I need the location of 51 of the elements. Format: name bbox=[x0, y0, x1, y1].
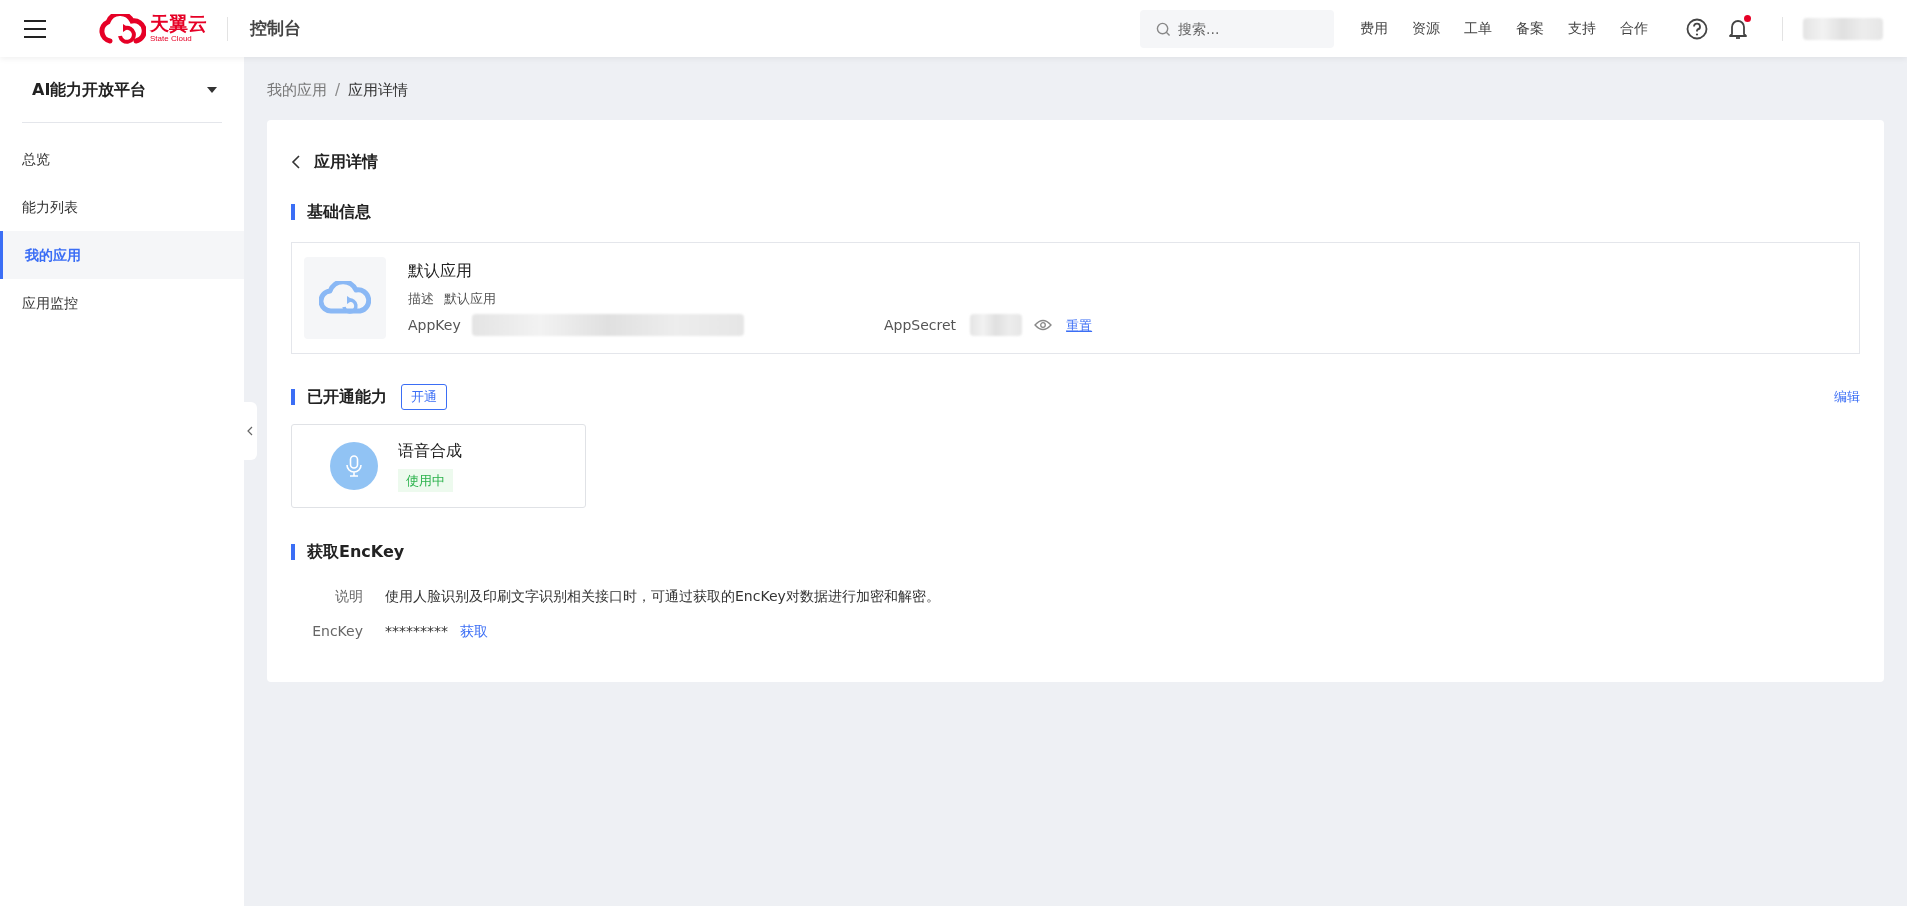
field-label: AppKey bbox=[408, 315, 462, 335]
back-icon[interactable] bbox=[291, 154, 300, 169]
search-icon bbox=[1156, 21, 1171, 37]
section-heading: 已开通能力 bbox=[307, 385, 387, 408]
cloud-icon bbox=[319, 280, 371, 315]
sidebar-item[interactable]: 总览 bbox=[0, 135, 244, 183]
nav-link[interactable]: 支持 bbox=[1556, 18, 1608, 39]
app-name: 默认应用 bbox=[408, 259, 473, 282]
page-title: 应用详情 bbox=[314, 150, 378, 173]
field-value: ********* bbox=[385, 621, 448, 641]
cloud-logo-icon bbox=[98, 13, 146, 44]
sidebar-item[interactable]: 应用监控 bbox=[0, 279, 244, 327]
nav-link[interactable]: 费用 bbox=[1348, 18, 1400, 39]
nav-link[interactable]: 合作 bbox=[1608, 18, 1660, 39]
help-icon[interactable] bbox=[1686, 17, 1708, 40]
brand-name: 天翼云 bbox=[150, 14, 207, 33]
edit-link[interactable]: 编辑 bbox=[1834, 386, 1860, 407]
reset-link[interactable]: 重置 bbox=[1066, 315, 1093, 335]
sidebar-item[interactable]: 我的应用 bbox=[0, 231, 244, 279]
breadcrumb-item[interactable]: 我的应用 bbox=[267, 79, 327, 102]
dropdown-caret-icon[interactable] bbox=[206, 85, 218, 94]
field-label: 描述 bbox=[408, 289, 434, 308]
search-field[interactable]: 搜索... bbox=[1140, 9, 1334, 48]
field-label: EncKey bbox=[311, 621, 363, 641]
console-title: 控制台 bbox=[250, 16, 301, 40]
platform-title: AI能力开放平台 bbox=[32, 78, 147, 101]
get-link[interactable]: 获取 bbox=[460, 620, 488, 642]
section-heading: 获取EncKey bbox=[307, 540, 405, 563]
nav-link[interactable]: 资源 bbox=[1400, 18, 1452, 39]
eye-icon[interactable] bbox=[1034, 319, 1053, 332]
section-heading: 基础信息 bbox=[307, 200, 371, 223]
chevron-left-icon bbox=[247, 426, 253, 436]
nav-link[interactable]: 备案 bbox=[1504, 18, 1556, 39]
open-button[interactable]: 开通 bbox=[401, 383, 447, 410]
note-text: 使用人脸识别及印刷文字识别相关接口时，可通过获取的EncKey对数据进行加密和解密。 bbox=[385, 586, 940, 606]
capability-card[interactable]: 语音合成 使用中 bbox=[291, 423, 586, 508]
microphone-icon bbox=[330, 441, 378, 490]
nav-link[interactable]: 工单 bbox=[1452, 18, 1504, 39]
menu-icon[interactable] bbox=[24, 19, 46, 38]
field-label: 说明 bbox=[334, 586, 363, 606]
sidebar-item[interactable]: 能力列表 bbox=[0, 183, 244, 231]
capability-name: 语音合成 bbox=[398, 439, 462, 462]
collapse-handle[interactable] bbox=[243, 402, 257, 460]
field-label: AppSecret bbox=[884, 315, 957, 335]
breadcrumb-separator: / bbox=[335, 80, 341, 101]
breadcrumb-item: 应用详情 bbox=[348, 80, 409, 101]
brand-subtitle: State Cloud bbox=[150, 35, 193, 43]
status-badge: 使用中 bbox=[398, 468, 453, 493]
bell-icon[interactable] bbox=[1728, 17, 1748, 40]
field-value: 默认应用 bbox=[444, 289, 496, 308]
redacted-value bbox=[970, 314, 1023, 337]
